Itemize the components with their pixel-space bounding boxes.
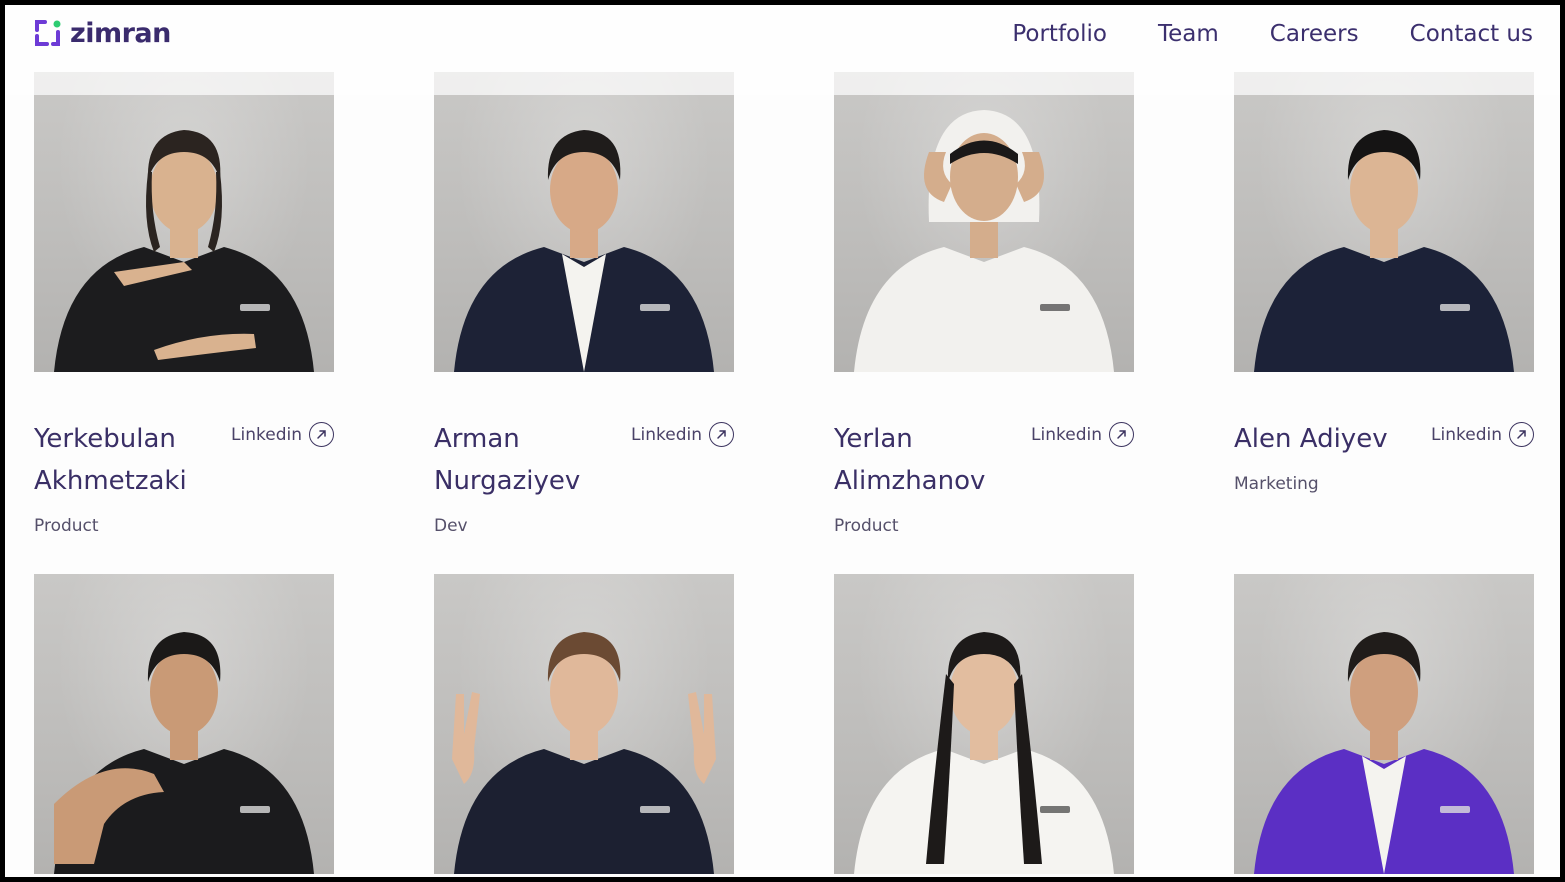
team-member-info: Arman Nurgaziyev Linkedin Dev (434, 372, 734, 536)
team-member-card: Alen Adiyev Linkedin Marketing (1234, 72, 1534, 494)
person-illustration (452, 632, 716, 874)
team-member-photo (34, 72, 334, 372)
team-member-card: Arman Nurgaziyev Linkedin Dev (434, 72, 734, 536)
team-member-card (434, 574, 734, 874)
person-illustration (854, 110, 1114, 372)
team-member-name: Yerkebulan Akhmetzaki (34, 424, 187, 496)
person-illustration (854, 632, 1114, 874)
team-member-photo (1234, 574, 1534, 874)
team-member-info: Yerkebulan Akhmetzaki Linkedin Product (34, 372, 334, 536)
team-member-card (834, 574, 1134, 874)
nav-careers[interactable]: Careers (1270, 19, 1359, 49)
nav-team[interactable]: Team (1158, 19, 1219, 49)
team-member-name: Alen Adiyev (1234, 424, 1388, 454)
team-member-info: Yerlan Alimzhanov Linkedin Product (834, 372, 1134, 536)
linkedin-label: Linkedin (1431, 424, 1502, 445)
team-member-role: Product (34, 516, 99, 536)
team-member-card (1234, 574, 1534, 874)
zimran-logo-icon (33, 18, 63, 48)
team-member-role: Product (834, 516, 899, 536)
nav-portfolio[interactable]: Portfolio (1012, 19, 1107, 49)
team-member-card: Yerkebulan Akhmetzaki Linkedin Product (34, 72, 334, 536)
person-illustration (454, 130, 714, 372)
team-member-role: Dev (434, 516, 468, 536)
linkedin-label: Linkedin (631, 424, 702, 445)
linkedin-label: Linkedin (1031, 424, 1102, 445)
linkedin-link[interactable]: Linkedin (231, 422, 334, 447)
team-member-card: Yerlan Alimzhanov Linkedin Product (834, 72, 1134, 536)
person-illustration (54, 632, 314, 874)
linkedin-link[interactable]: Linkedin (1031, 422, 1134, 447)
team-member-photo (834, 72, 1134, 372)
logo-link[interactable]: zimran (33, 17, 171, 49)
team-member-name: Arman Nurgaziyev (434, 424, 581, 496)
external-link-arrow-icon (1109, 422, 1134, 447)
team-member-info: Alen Adiyev Linkedin Marketing (1234, 372, 1534, 494)
person-illustration (54, 130, 314, 372)
linkedin-link[interactable]: Linkedin (631, 422, 734, 447)
person-illustration (1254, 632, 1514, 874)
nav-contact-us[interactable]: Contact us (1410, 19, 1533, 49)
team-member-role: Marketing (1234, 474, 1319, 494)
linkedin-label: Linkedin (231, 424, 302, 445)
team-member-photo (434, 574, 734, 874)
site-header: zimran Portfolio Team Careers Contact us (5, 5, 1560, 95)
team-member-card (34, 574, 334, 874)
team-member-photo (34, 574, 334, 874)
team-member-photo (834, 574, 1134, 874)
person-illustration (1254, 130, 1514, 372)
main-nav: Portfolio Team Careers Contact us (1012, 19, 1533, 49)
team-member-photo (434, 72, 734, 372)
external-link-arrow-icon (1509, 422, 1534, 447)
team-member-name: Yerlan Alimzhanov (834, 424, 986, 496)
team-member-photo (1234, 72, 1534, 372)
page-frame: zimran Portfolio Team Careers Contact us (5, 5, 1560, 877)
brand-name: zimran (70, 17, 171, 49)
external-link-arrow-icon (309, 422, 334, 447)
external-link-arrow-icon (709, 422, 734, 447)
linkedin-link[interactable]: Linkedin (1431, 422, 1534, 447)
